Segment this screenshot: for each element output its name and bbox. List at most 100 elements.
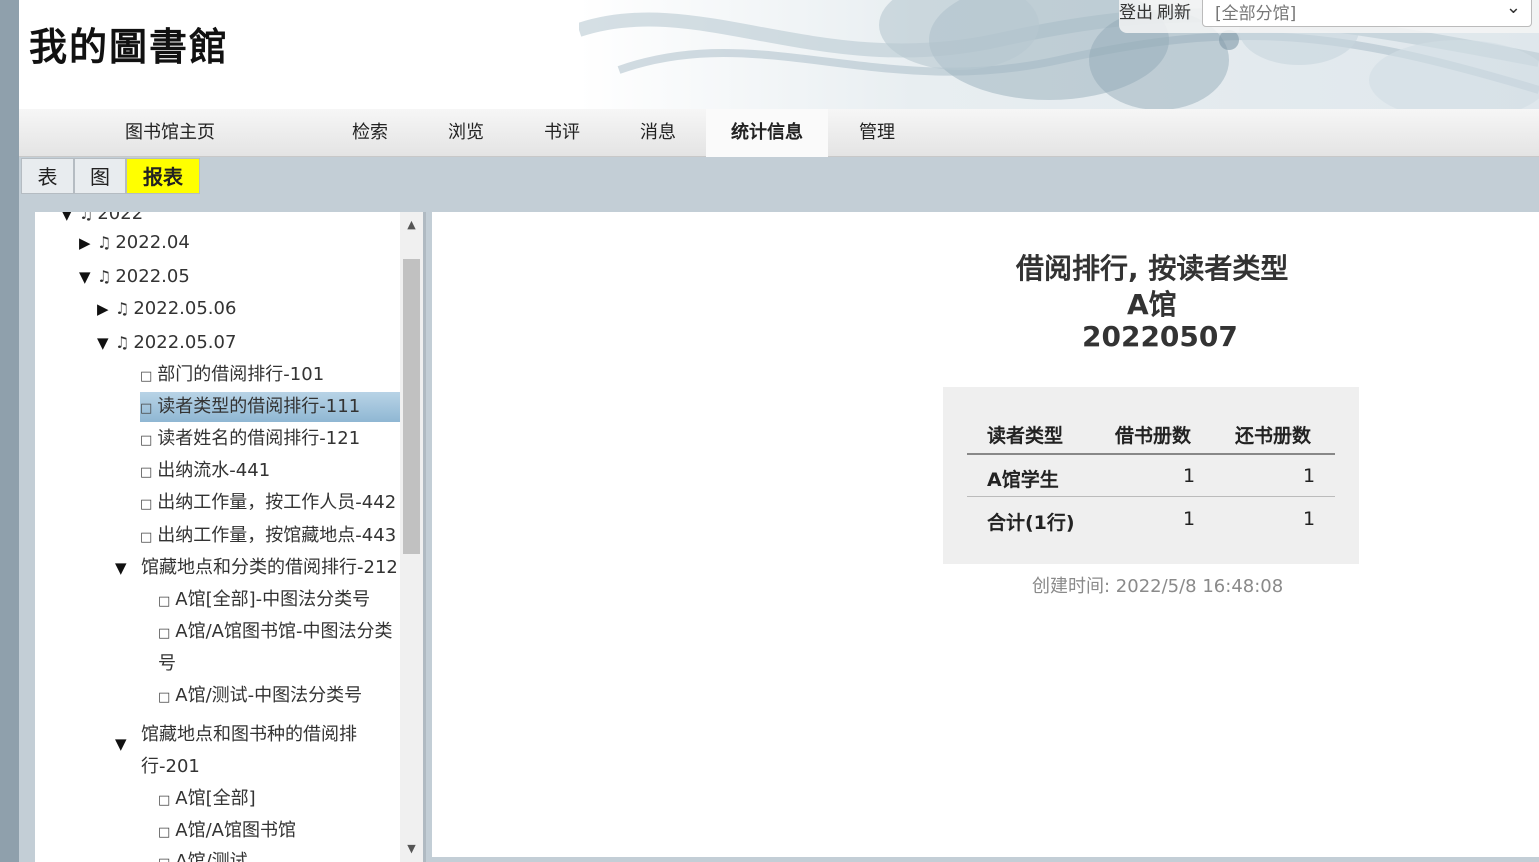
scroll-thumb[interactable]	[403, 259, 420, 554]
left-edge-bar	[0, 0, 19, 862]
tree-node-label: A馆/测试-中图法分类号	[175, 685, 363, 706]
tree-node-201[interactable]: 馆藏地点和图书种的借阅排	[141, 720, 357, 750]
logout-link[interactable]: 登出	[1119, 0, 1153, 23]
square-icon: □	[158, 825, 171, 840]
nav-library-home[interactable]: 图书馆主页	[99, 109, 241, 157]
nav-reviews[interactable]: 书评	[531, 109, 593, 157]
nav-messages[interactable]: 消息	[627, 109, 689, 157]
created-time: 创建时间: 2022/5/8 16:48:08	[1032, 576, 1284, 597]
triangle-down-icon[interactable]: ▼	[79, 262, 97, 292]
tree-leaf-201-test[interactable]: □ A馆/测试	[158, 847, 248, 862]
tree-node-label: 2022	[97, 212, 144, 224]
report-content: 借阅排行, 按读者类型 A馆 20220507 读者类型 借书册数 还书册数 A…	[432, 212, 1539, 857]
table-total-label: 合计(1行)	[987, 512, 1075, 534]
column-header-reader-type: 读者类型	[987, 425, 1064, 447]
tree-node-label: 读者姓名的借阅排行-121	[157, 428, 361, 449]
tree-node-2022[interactable]: ▼ ♫ 2022	[61, 212, 143, 229]
tree-leaf-121[interactable]: □ 读者姓名的借阅排行-121	[140, 424, 360, 454]
tree-leaf-101[interactable]: □ 部门的借阅排行-101	[140, 360, 324, 390]
top-right-controls: 登出 刷新 [全部分馆] ⌄	[1119, 0, 1539, 33]
branch-select-value: [全部分馆]	[1215, 4, 1297, 24]
table-row-label: A馆学生	[987, 469, 1059, 491]
triangle-down-icon[interactable]: ▼	[115, 553, 141, 583]
branch-select[interactable]: [全部分馆] ⌄	[1202, 0, 1532, 27]
column-header-borrow-count: 借书册数	[1115, 425, 1192, 447]
tree-node-label: A馆[全部]-中图法分类号	[175, 589, 371, 610]
tree-node-2022-05-06[interactable]: ▶ ♫ 2022.05.06	[97, 294, 236, 324]
header-divider	[967, 453, 1335, 455]
tree-node-2022-05-07[interactable]: ▼ ♫ 2022.05.07	[97, 328, 236, 358]
tree-leaf-201-library[interactable]: □ A馆/A馆图书馆	[158, 816, 296, 846]
report-title: 借阅排行, 按读者类型	[1016, 252, 1289, 285]
square-icon: □	[158, 626, 171, 641]
tree-leaf-212-test[interactable]: □ A馆/测试-中图法分类号	[158, 681, 362, 711]
table-total-return: 1	[1303, 508, 1316, 530]
triangle-right-icon[interactable]: ▶	[97, 294, 115, 324]
tree-node-201-toggle[interactable]: ▼	[115, 729, 133, 759]
square-icon: □	[158, 594, 171, 609]
subtab-table[interactable]: 表	[21, 158, 74, 194]
table-total-borrow: 1	[1183, 508, 1196, 530]
square-icon: □	[158, 849, 170, 862]
chevron-down-icon: ⌄	[1505, 0, 1521, 18]
music-note-icon: ♫	[97, 233, 112, 252]
triangle-right-icon[interactable]: ▶	[79, 228, 97, 258]
tree-node-label: 2022.05.06	[133, 298, 237, 319]
tree-leaf-201-all[interactable]: □ A馆[全部]	[158, 784, 256, 814]
tree-node-label: 号	[158, 653, 176, 674]
square-icon: □	[158, 793, 171, 808]
site-banner: 我的圖書館 登出 刷新 [全部分馆] ⌄	[19, 0, 1539, 109]
table-cell-borrow: 1	[1183, 465, 1196, 487]
nav-search[interactable]: 检索	[339, 109, 401, 157]
triangle-down-icon[interactable]: ▼	[97, 328, 115, 358]
square-icon: □	[158, 690, 171, 705]
tree-leaf-212-all[interactable]: □ A馆[全部]-中图法分类号	[158, 585, 370, 615]
tree-scrollbar[interactable]: ▲ ▼	[400, 212, 423, 862]
tree-leaf-441[interactable]: □ 出纳流水-441	[140, 456, 270, 486]
report-table: 读者类型 借书册数 还书册数 A馆学生 1 1 合计(1行) 1 1	[943, 387, 1359, 564]
nav-browse[interactable]: 浏览	[435, 109, 497, 157]
tree-leaf-443[interactable]: □ 出纳工作量，按馆藏地点-443	[140, 521, 396, 551]
tree-node-label: 读者类型的借阅排行-111	[157, 396, 361, 417]
music-note-icon: ♫	[115, 333, 130, 352]
tree-node-label: 出纳流水-441	[157, 460, 271, 481]
square-icon: □	[140, 433, 153, 448]
report-branch: A馆	[1127, 288, 1177, 321]
tree-node-label: A馆/测试	[175, 851, 248, 862]
tree-leaf-111-selected[interactable]: □ 读者类型的借阅排行-111	[140, 392, 400, 422]
tree-leaf-212-library[interactable]: □ A馆/A馆图书馆-中图法分类	[158, 617, 392, 647]
scroll-up-arrow-icon[interactable]: ▲	[400, 215, 423, 235]
report-tree: ▼ ♫ 2022 ▶ ♫ 2022.04 ▼ ♫ 2022.05 ▶ ♫ 2022.05.06 …	[35, 212, 426, 862]
tree-node-label: 行-201	[141, 756, 200, 777]
nav-statistics[interactable]: 统计信息	[706, 109, 828, 157]
table-cell-return: 1	[1303, 465, 1316, 487]
tree-node-label: 2022.05.07	[133, 332, 237, 353]
music-note-icon: ♫	[79, 212, 94, 223]
tree-node-label: 出纳工作量，按馆藏地点-443	[157, 525, 397, 546]
tree-node-label: A馆/A馆图书馆-中图法分类	[175, 621, 393, 642]
tree-node-212[interactable]: ▼ 馆藏地点和分类的借阅排行-212	[115, 553, 398, 583]
row-divider	[967, 496, 1335, 497]
tree-node-label: 出纳工作量，按工作人员-442	[157, 492, 397, 513]
subtab-chart[interactable]: 图	[74, 158, 126, 194]
triangle-down-icon[interactable]: ▼	[61, 212, 79, 229]
subtab-report[interactable]: 报表	[126, 158, 200, 194]
nav-manage[interactable]: 管理	[846, 109, 908, 157]
tree-node-2022-05[interactable]: ▼ ♫ 2022.05	[79, 262, 190, 292]
report-date: 20220507	[1082, 320, 1238, 353]
square-icon: □	[140, 401, 153, 416]
refresh-link[interactable]: 刷新	[1157, 0, 1191, 23]
scroll-down-arrow-icon[interactable]: ▼	[400, 839, 423, 859]
tree-leaf-442[interactable]: □ 出纳工作量，按工作人员-442	[140, 488, 396, 518]
tree-node-2022-04[interactable]: ▶ ♫ 2022.04	[79, 228, 190, 258]
column-header-return-count: 还书册数	[1235, 425, 1312, 447]
square-icon: □	[140, 497, 153, 512]
music-note-icon: ♫	[97, 267, 112, 286]
tree-node-201-wrap: 行-201	[141, 752, 200, 782]
tree-node-label: 2022.04	[115, 232, 190, 253]
triangle-down-icon[interactable]: ▼	[115, 729, 133, 759]
sub-tab-bar: 表 图 报表	[19, 157, 1539, 212]
main-nav: 图书馆主页 检索 浏览 书评 消息 统计信息 管理	[19, 109, 1539, 157]
tree-node-label: 馆藏地点和分类的借阅排行-212	[141, 557, 398, 578]
music-note-icon: ♫	[115, 299, 130, 318]
